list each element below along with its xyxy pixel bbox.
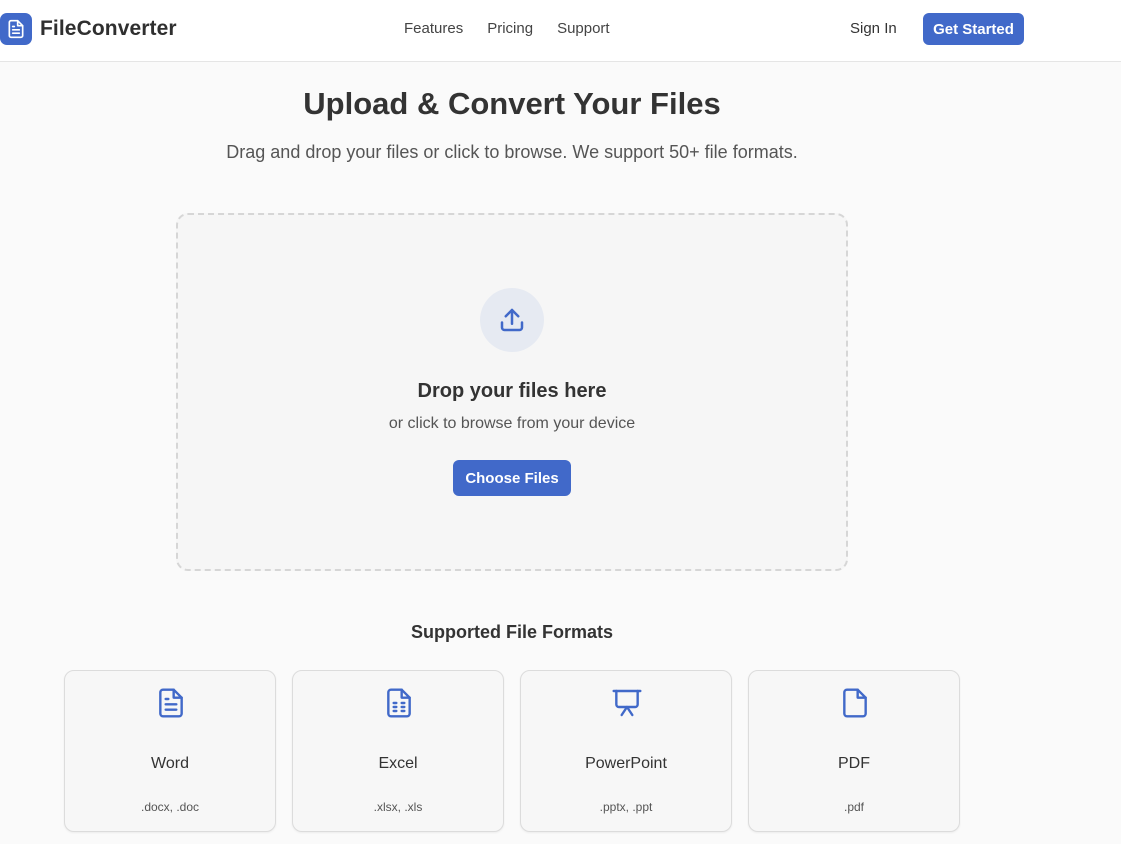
format-extensions: .pdf [843, 800, 864, 814]
spreadsheet-icon [387, 688, 411, 718]
format-card-excel[interactable]: Excel .xlsx, .xls [292, 670, 504, 832]
nav-link-support[interactable]: Support [557, 20, 610, 38]
format-name: Word [151, 755, 189, 772]
brand-name: FileConverter [40, 17, 177, 40]
format-extensions: .pptx, .ppt [599, 800, 653, 814]
choose-files-button[interactable]: Choose Files [453, 460, 571, 496]
top-navbar: FileConverter Features Pricing Support S… [0, 0, 1121, 62]
document-lines-icon [159, 688, 183, 718]
format-cards: Word .docx, .doc Excel .xlsx, .xls Power… [64, 670, 960, 832]
format-extensions: .xlsx, .xls [373, 800, 423, 814]
format-card-powerpoint[interactable]: PowerPoint .pptx, .ppt [520, 670, 732, 832]
dropzone-subtitle: or click to browse from your device [388, 415, 636, 432]
brand-logo[interactable]: FileConverter [0, 13, 177, 45]
file-dropzone[interactable]: Drop your files here or click to browse … [176, 213, 848, 571]
page-title: Upload & Convert Your Files [303, 86, 721, 121]
format-extensions: .docx, .doc [140, 800, 200, 814]
file-logo-icon [0, 13, 32, 45]
format-card-word[interactable]: Word .docx, .doc [64, 670, 276, 832]
presentation-icon [612, 689, 642, 717]
dropzone-title: Drop your files here [417, 380, 607, 402]
format-name: PowerPoint [585, 755, 667, 772]
nav-link-features[interactable]: Features [404, 20, 463, 38]
file-icon [843, 688, 867, 718]
main-nav: Features Pricing Support [404, 20, 610, 38]
format-name: PDF [838, 755, 870, 772]
upload-icon [480, 288, 544, 352]
get-started-button[interactable]: Get Started [923, 13, 1024, 45]
format-card-pdf[interactable]: PDF .pdf [748, 670, 960, 832]
format-name: Excel [378, 755, 418, 772]
sign-in-link[interactable]: Sign In [850, 20, 897, 38]
nav-link-pricing[interactable]: Pricing [487, 20, 533, 38]
page-subtitle: Drag and drop your files or click to bro… [226, 142, 798, 162]
formats-heading: Supported File Formats [410, 622, 614, 642]
